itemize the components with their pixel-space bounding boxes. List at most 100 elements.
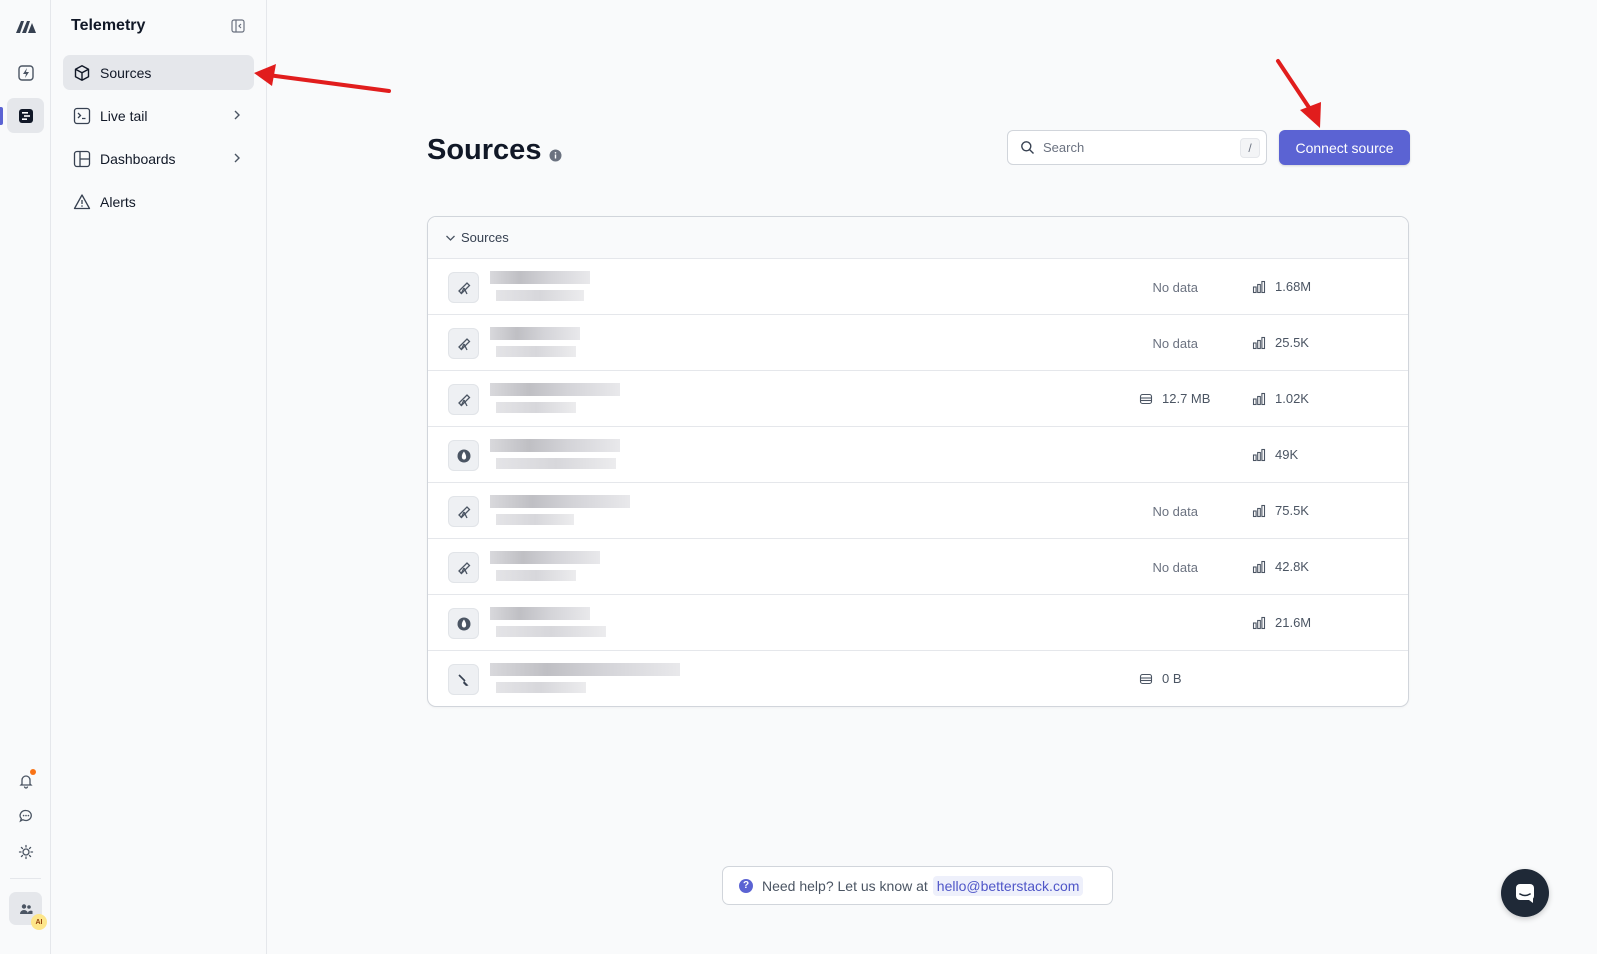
team-icon[interactable]: AI: [9, 892, 47, 930]
storage-size: 0 B: [1139, 671, 1182, 686]
table-row[interactable]: 0 B: [428, 651, 1408, 706]
telescope-icon: [448, 552, 479, 583]
telescope-icon: [448, 384, 479, 415]
redacted-source-name: [490, 319, 680, 367]
bar-chart-icon: [1252, 280, 1266, 293]
bolt-icon[interactable]: [7, 55, 44, 90]
grid-icon: [72, 149, 91, 168]
redacted-source-name: [490, 599, 680, 647]
table-row[interactable]: No data 25.5K: [428, 315, 1408, 371]
help-text: Need help? Let us know at: [762, 877, 928, 894]
count-value: 42.8K: [1275, 559, 1309, 574]
rail-divider: [10, 878, 41, 879]
sidebar-item-live-tail[interactable]: Live tail: [63, 98, 254, 133]
count-value: 21.6M: [1275, 615, 1312, 630]
cube-icon: [72, 63, 91, 82]
event-count: 1.02K: [1252, 391, 1309, 406]
broom-icon: [448, 664, 479, 695]
table-row[interactable]: 21.6M: [428, 595, 1408, 651]
help-email-link[interactable]: hello@betterstack.com: [932, 875, 1084, 896]
search-box[interactable]: /: [1007, 130, 1267, 165]
elixir-icon: [448, 440, 479, 471]
storage-icon: [1139, 393, 1153, 404]
redacted-source-name: [490, 263, 680, 311]
telescope-icon: [448, 328, 479, 359]
table-row[interactable]: 49K: [428, 427, 1408, 483]
event-count: 49K: [1252, 447, 1298, 462]
elixir-icon: [448, 608, 479, 639]
redacted-source-name: [490, 655, 680, 703]
size-value: 12.7 MB: [1162, 391, 1211, 406]
search-icon: [1021, 141, 1034, 154]
bar-chart-icon: [1252, 392, 1266, 405]
event-count: 75.5K: [1252, 503, 1309, 518]
event-count: 1.68M: [1252, 279, 1311, 294]
size-value: 0 B: [1162, 671, 1182, 686]
table-row[interactable]: No data 75.5K: [428, 483, 1408, 539]
chevron-right-icon: [234, 153, 240, 163]
search-shortcut-key: /: [1240, 138, 1260, 158]
chat-icon[interactable]: [7, 798, 44, 833]
event-count: 25.5K: [1252, 335, 1309, 350]
table-row[interactable]: 12.7 MB 1.02K: [428, 371, 1408, 427]
count-value: 1.68M: [1275, 279, 1312, 294]
sidebar-item-label: Live tail: [100, 107, 148, 124]
question-icon: ?: [739, 878, 753, 893]
icon-rail: AI: [0, 0, 51, 954]
sidebar-item-label: Dashboards: [100, 150, 176, 167]
event-count: 21.6M: [1252, 615, 1311, 630]
logo-icon[interactable]: [7, 8, 44, 43]
sidebar-item-alerts[interactable]: Alerts: [63, 184, 254, 219]
telemetry-icon[interactable]: [7, 98, 44, 133]
count-value: 1.02K: [1275, 391, 1309, 406]
chevron-down-icon: [446, 235, 455, 241]
redacted-source-name: [490, 543, 680, 591]
telescope-icon: [448, 272, 479, 303]
bar-chart-icon: [1252, 448, 1266, 461]
bell-icon[interactable]: [7, 763, 44, 798]
rail-active-indicator: [0, 107, 3, 125]
messenger-icon: [1516, 884, 1534, 903]
count-value: 49K: [1275, 447, 1299, 462]
info-icon[interactable]: [549, 137, 562, 170]
sidebar: Telemetry Sources Live tail Dashboards A…: [51, 0, 267, 954]
event-count: 42.8K: [1252, 559, 1309, 574]
table-row[interactable]: No data 42.8K: [428, 539, 1408, 595]
connect-source-button[interactable]: Connect source: [1279, 130, 1410, 165]
bar-chart-icon: [1252, 616, 1266, 629]
status-text: No data: [1152, 560, 1198, 575]
sun-icon[interactable]: [7, 834, 44, 869]
page-title: Sources: [427, 131, 562, 170]
bar-chart-icon: [1252, 560, 1266, 573]
sources-table: Sources No data 1.68M No data 25.5K 12.7 MB 1…: [427, 216, 1409, 707]
help-banner: ? Need help? Let us know at hello@better…: [722, 866, 1113, 905]
group-label: Sources: [461, 230, 509, 245]
notification-dot: [30, 769, 36, 775]
sidebar-item-label: Alerts: [100, 193, 136, 210]
terminal-icon: [72, 106, 91, 125]
storage-size: 12.7 MB: [1139, 391, 1210, 406]
bar-chart-icon: [1252, 504, 1266, 517]
storage-icon: [1139, 673, 1153, 684]
redacted-source-name: [490, 487, 680, 535]
redacted-source-name: [490, 431, 680, 479]
chevron-right-icon: [234, 110, 240, 120]
telescope-icon: [448, 496, 479, 527]
status-text: No data: [1152, 280, 1198, 295]
table-row[interactable]: No data 1.68M: [428, 259, 1408, 315]
search-input[interactable]: [1043, 140, 1223, 155]
sidebar-item-label: Sources: [100, 64, 152, 81]
redacted-source-name: [490, 375, 680, 423]
collapse-sidebar-icon[interactable]: [229, 17, 247, 35]
count-value: 25.5K: [1275, 335, 1309, 350]
sidebar-title: Telemetry: [71, 17, 146, 34]
support-chat-button[interactable]: [1501, 869, 1549, 917]
sources-group-header[interactable]: Sources: [428, 217, 1408, 259]
bar-chart-icon: [1252, 336, 1266, 349]
sidebar-item-dashboards[interactable]: Dashboards: [63, 141, 254, 176]
main-content: Sources / Connect source Sources No data…: [267, 0, 1597, 954]
status-text: No data: [1152, 336, 1198, 351]
sidebar-item-sources[interactable]: Sources: [63, 55, 254, 90]
status-text: No data: [1152, 504, 1198, 519]
sources-rows: No data 1.68M No data 25.5K 12.7 MB 1.02K 49K N…: [428, 259, 1408, 706]
